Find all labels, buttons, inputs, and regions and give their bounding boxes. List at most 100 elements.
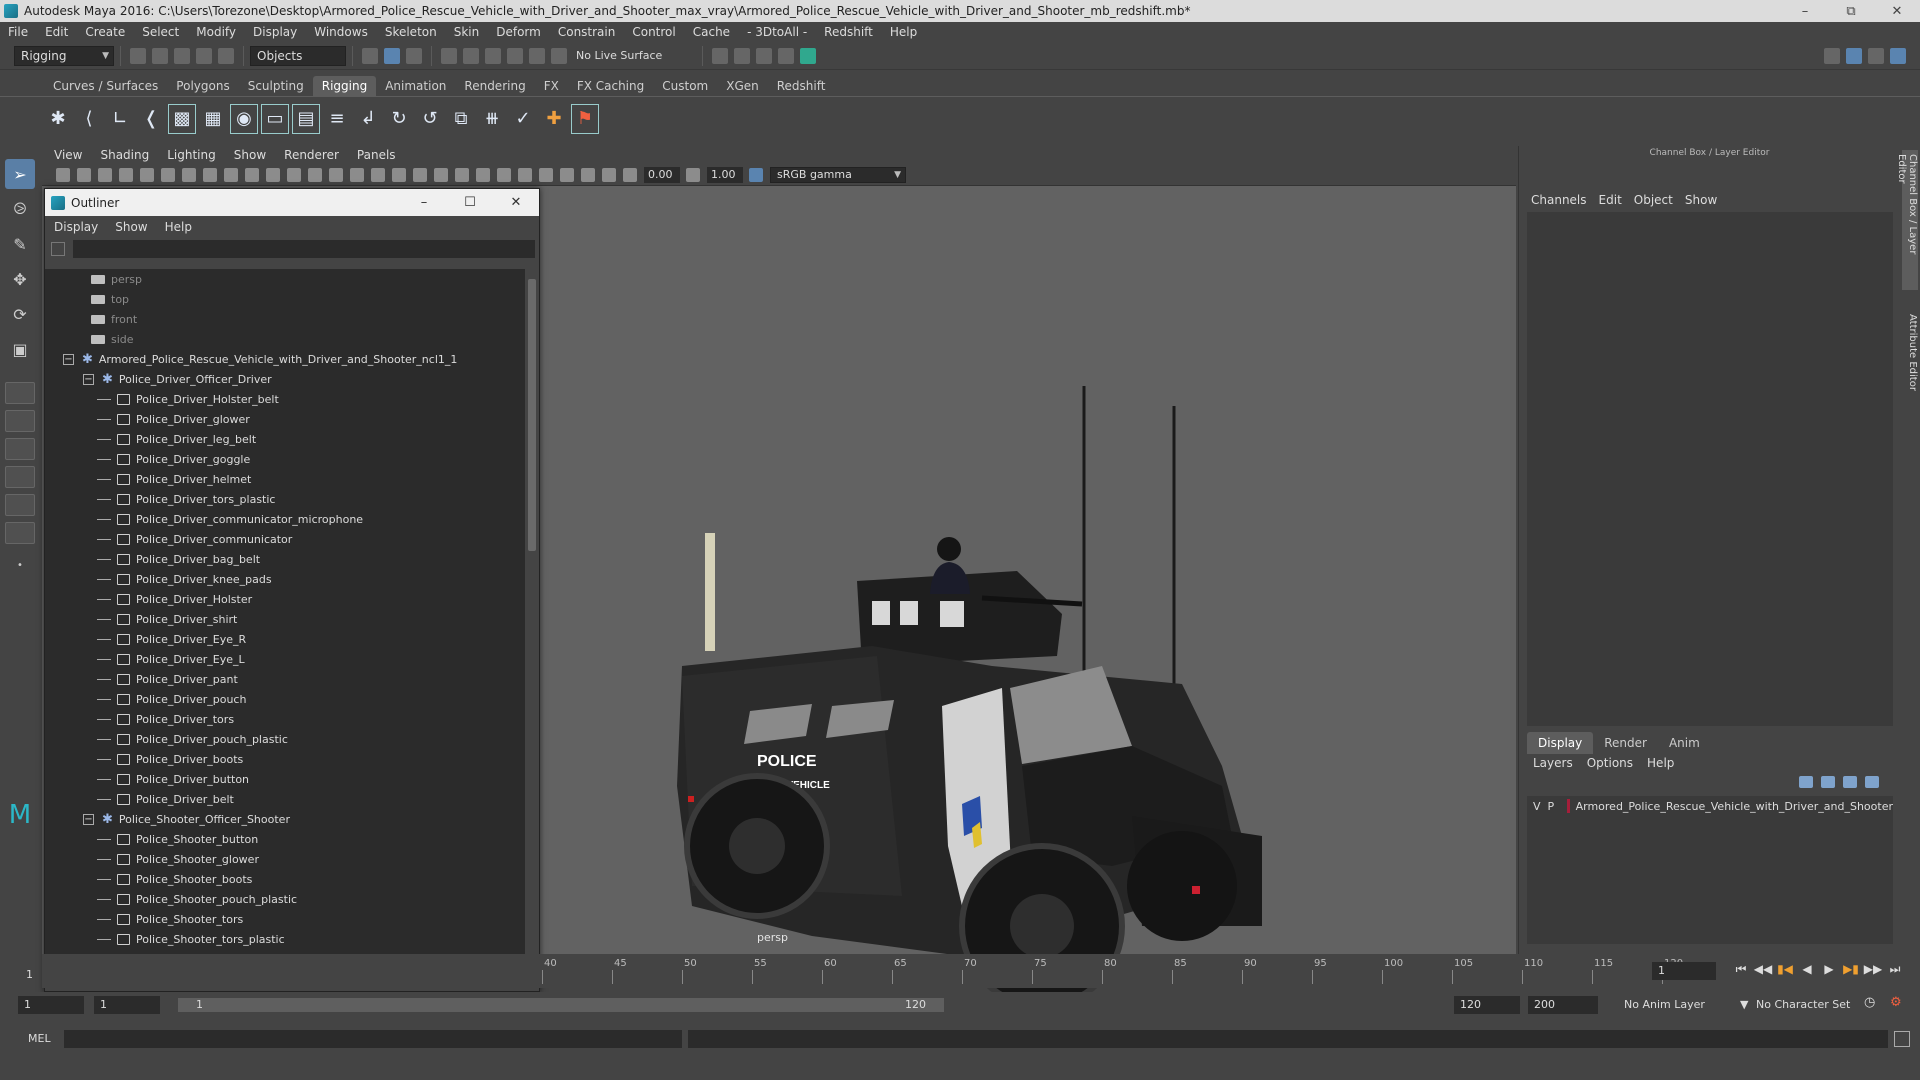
close-icon[interactable]: ✕	[1874, 0, 1920, 22]
snap-curve-icon[interactable]	[463, 47, 479, 64]
go-to-end-icon[interactable]: ⏭	[1884, 962, 1906, 977]
tree-item-mesh[interactable]: Police_Driver_communicator_microphone	[45, 509, 525, 529]
modeling-toolkit-icon[interactable]	[1824, 47, 1840, 64]
layer-menu-options[interactable]: Options	[1587, 756, 1633, 770]
snap-surface-icon[interactable]	[551, 47, 567, 64]
hypershade-layout-icon[interactable]	[5, 494, 35, 516]
outliner-menu-help[interactable]: Help	[165, 220, 192, 234]
play-backwards-icon[interactable]: ◀	[1796, 962, 1818, 977]
vp-menu-view[interactable]: View	[54, 148, 82, 162]
shelf-tab-redshift[interactable]: Redshift	[768, 76, 835, 96]
open-scene-icon[interactable]	[152, 47, 168, 64]
tree-item-mesh[interactable]: Police_Driver_belt	[45, 789, 525, 809]
tree-item-shooter-group[interactable]: − ✱ Police_Shooter_Officer_Shooter	[45, 809, 525, 829]
outliner-menu-show[interactable]: Show	[115, 220, 147, 234]
maximize-icon[interactable]: ☐	[447, 195, 493, 210]
tree-item-mesh[interactable]: Police_Driver_Eye_L	[45, 649, 525, 669]
objects-selection-mode[interactable]: Objects	[250, 45, 346, 66]
rotate-tool-icon[interactable]: ⟳	[5, 299, 35, 329]
exposure-icon[interactable]	[623, 167, 637, 182]
point-constraint-icon[interactable]: ≡	[323, 104, 351, 134]
menu-constrain[interactable]: Constrain	[558, 25, 616, 39]
gamma-field[interactable]: 1.00	[707, 166, 743, 183]
xray-joints-icon[interactable]	[602, 167, 616, 182]
menu-select[interactable]: Select	[142, 25, 179, 39]
tree-item-root-group[interactable]: − ✱ Armored_Police_Rescue_Vehicle_with_Dri…	[45, 349, 525, 369]
tree-item-mesh[interactable]: Police_Driver_pouch_plastic	[45, 729, 525, 749]
resolution-gate-icon[interactable]	[224, 167, 238, 182]
layer-menu-layers[interactable]: Layers	[1533, 756, 1573, 770]
shelf-tab-custom[interactable]: Custom	[653, 76, 717, 96]
render-settings-icon[interactable]	[778, 47, 795, 64]
layer-color-swatch[interactable]	[1567, 799, 1570, 813]
tree-item-mesh[interactable]: Police_Driver_tors_plastic	[45, 489, 525, 509]
command-input[interactable]	[64, 1030, 682, 1048]
two-d-pan-zoom-icon[interactable]	[140, 167, 154, 182]
vp-menu-lighting[interactable]: Lighting	[167, 148, 216, 162]
cluster-icon[interactable]: ▤	[292, 103, 320, 134]
shelf-tab-rendering[interactable]: Rendering	[455, 76, 534, 96]
new-empty-layer-icon[interactable]	[1843, 776, 1857, 788]
outliner-search-input[interactable]	[73, 240, 535, 258]
menu-control[interactable]: Control	[632, 25, 675, 39]
range-bar[interactable]: 1 120	[178, 998, 944, 1012]
mode-dropdown[interactable]: Rigging ▼	[14, 45, 114, 66]
anti-aliasing-icon[interactable]	[497, 167, 511, 182]
select-camera-icon[interactable]	[56, 167, 70, 182]
tree-item-mesh[interactable]: Police_Driver_tors	[45, 709, 525, 729]
time-slider[interactable]: 1 40455055606570758085909510010511011512…	[26, 954, 1902, 988]
more-layouts-icon[interactable]: •	[5, 550, 35, 580]
tree-item-mesh[interactable]: Police_Driver_goggle	[45, 449, 525, 469]
move-layer-up-icon[interactable]	[1799, 776, 1813, 788]
menu-redshift[interactable]: Redshift	[824, 25, 873, 39]
color-management-icon[interactable]	[749, 167, 763, 182]
field-chart-icon[interactable]	[266, 167, 280, 182]
motion-blur-icon[interactable]	[476, 167, 490, 182]
gamma-icon[interactable]	[686, 167, 700, 182]
snap-view-plane-icon[interactable]	[507, 47, 523, 64]
image-plane-icon[interactable]	[119, 167, 133, 182]
pole-vector-icon[interactable]: ⧻	[478, 104, 506, 134]
isolate-select-icon[interactable]	[539, 167, 553, 182]
tree-item-mesh[interactable]: Police_Shooter_boots	[45, 869, 525, 889]
mirror-joint-icon[interactable]: ▩	[168, 103, 196, 134]
tree-item-mesh[interactable]: Police_Driver_Eye_R	[45, 629, 525, 649]
channel-list[interactable]	[1527, 212, 1893, 726]
menu-windows[interactable]: Windows	[314, 25, 368, 39]
color-space-dropdown[interactable]: sRGB gamma ▼	[770, 166, 906, 183]
render-frame-icon[interactable]	[734, 47, 751, 64]
cb-menu-show[interactable]: Show	[1685, 193, 1717, 207]
smooth-bind-icon[interactable]: ◉	[230, 103, 258, 134]
cb-menu-object[interactable]: Object	[1634, 193, 1673, 207]
script-editor-icon[interactable]	[1894, 1031, 1910, 1047]
orient-constraint-icon[interactable]: ↻	[385, 104, 413, 134]
cb-menu-edit[interactable]: Edit	[1599, 193, 1622, 207]
minimize-icon[interactable]: –	[1782, 0, 1828, 22]
step-back-frame-icon[interactable]: ◀◀	[1752, 962, 1774, 977]
depth-of-field-icon[interactable]	[518, 167, 532, 182]
shelf-tab-fx-caching[interactable]: FX Caching	[568, 76, 653, 96]
outliner-menu-display[interactable]: Display	[54, 220, 98, 234]
tree-item-mesh[interactable]: Police_Driver_knee_pads	[45, 569, 525, 589]
redo-icon[interactable]	[218, 47, 234, 64]
playback-end-field[interactable]: 120	[1454, 996, 1520, 1014]
aim-constraint-icon[interactable]: ↲	[354, 104, 382, 134]
step-forward-frame-icon[interactable]: ▶▶	[1862, 962, 1884, 977]
tree-item-mesh[interactable]: Police_Shooter_button	[45, 829, 525, 849]
go-to-start-icon[interactable]: ⏮	[1730, 962, 1752, 977]
auto-key-icon[interactable]: ◷	[1864, 995, 1875, 1010]
animation-end-field[interactable]: 200	[1528, 996, 1598, 1014]
save-scene-icon[interactable]	[174, 47, 190, 64]
side-tab-channel-box[interactable]: Channel Box / Layer Editor	[1896, 150, 1918, 290]
cb-menu-channels[interactable]: Channels	[1531, 193, 1587, 207]
menu-display[interactable]: Display	[253, 25, 297, 39]
scrollbar-thumb[interactable]	[528, 279, 536, 551]
tree-item-mesh[interactable]: Police_Driver_boots	[45, 749, 525, 769]
tree-item-camera[interactable]: side	[45, 329, 525, 349]
vp-menu-renderer[interactable]: Renderer	[284, 148, 339, 162]
menu-skeleton[interactable]: Skeleton	[385, 25, 437, 39]
attribute-editor-toggle-icon[interactable]	[1846, 47, 1862, 64]
shelf-tab-sculpting[interactable]: Sculpting	[239, 76, 313, 96]
select-by-hierarchy-icon[interactable]	[362, 47, 378, 64]
menu-file[interactable]: File	[8, 25, 28, 39]
